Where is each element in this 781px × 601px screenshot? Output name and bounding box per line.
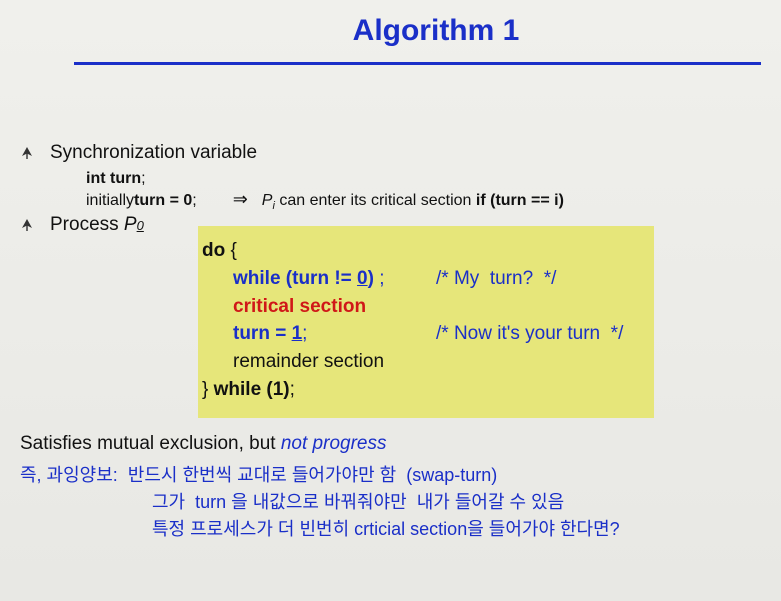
bullet-label: Synchronization variable — [50, 142, 258, 163]
code-line-do: do { — [202, 240, 237, 262]
p0-sub: 0 — [136, 217, 144, 233]
title-underline — [74, 62, 761, 65]
summary-text: Satisfies mutual exclusion, but — [20, 433, 281, 454]
remainder-section: remainder section — [233, 351, 385, 372]
korean-line-2: 그가 turn 을 내값으로 바꿔줘야만 내가 들어갈 수 있음 — [152, 492, 565, 512]
process-pi: Pi — [262, 192, 275, 212]
turn-init: turn = 0 — [134, 192, 193, 209]
brace-close: } — [202, 379, 214, 400]
implies-arrow-icon: ⇒ — [232, 189, 248, 209]
turn-num: 1 — [291, 323, 303, 344]
pi-var: P — [261, 192, 273, 209]
pi-text: can enter its critical section — [274, 192, 476, 209]
bullet-arrow-icon — [22, 147, 32, 159]
code-line-end: } while (1); — [202, 379, 295, 401]
initially-text: initially — [86, 192, 135, 209]
semicolon: ; — [192, 192, 197, 209]
comment-your-turn: /* Now it's your turn */ — [436, 323, 624, 344]
end-while: while (1) — [213, 379, 290, 400]
if-condition: if (turn == i) — [475, 192, 564, 209]
turn-semi: ; — [302, 323, 308, 344]
do-keyword: do — [202, 240, 226, 261]
critical-section: critical section — [233, 296, 367, 317]
footer-summary: Satisfies mutual exclusion, but not prog… — [20, 433, 386, 455]
comment-my-turn: /* My turn? */ — [436, 268, 557, 289]
not-progress: not progress — [280, 433, 387, 454]
while-condition: while (turn != — [233, 268, 358, 289]
bullet-arrow-icon — [22, 219, 32, 231]
end-semi: ; — [289, 379, 295, 400]
sync-line-2: initially turn = 0 ; ⇒ Pi can enter its … — [86, 189, 564, 212]
korean-line-1: 즉, 과잉양보: 반드시 한번씩 교대로 들어가야만 함 (swap-turn) — [20, 465, 498, 485]
bullet-label: Process — [50, 214, 124, 235]
int-turn-decl: int turn — [86, 170, 142, 187]
korean-line-3: 특정 프로세스가 더 빈번히 crticial section을 들어가야 한다… — [152, 519, 620, 539]
bullet-process-p0: Process P0 — [20, 214, 144, 236]
while-semi: ; — [373, 268, 385, 289]
code-line-turn: turn = 1; — [233, 323, 307, 345]
p0-var: P — [123, 214, 137, 235]
code-line-while: while (turn != 0) ; — [233, 268, 385, 290]
slide-title: Algorithm 1 — [352, 14, 520, 47]
bullet-sync-variable: Synchronization variable — [20, 142, 257, 164]
while-num: 0 — [357, 268, 368, 289]
turn-assign: turn = — [233, 323, 292, 344]
brace-open: { — [225, 240, 237, 261]
semicolon: ; — [141, 170, 146, 187]
sync-line-1: int turn; — [86, 170, 146, 188]
